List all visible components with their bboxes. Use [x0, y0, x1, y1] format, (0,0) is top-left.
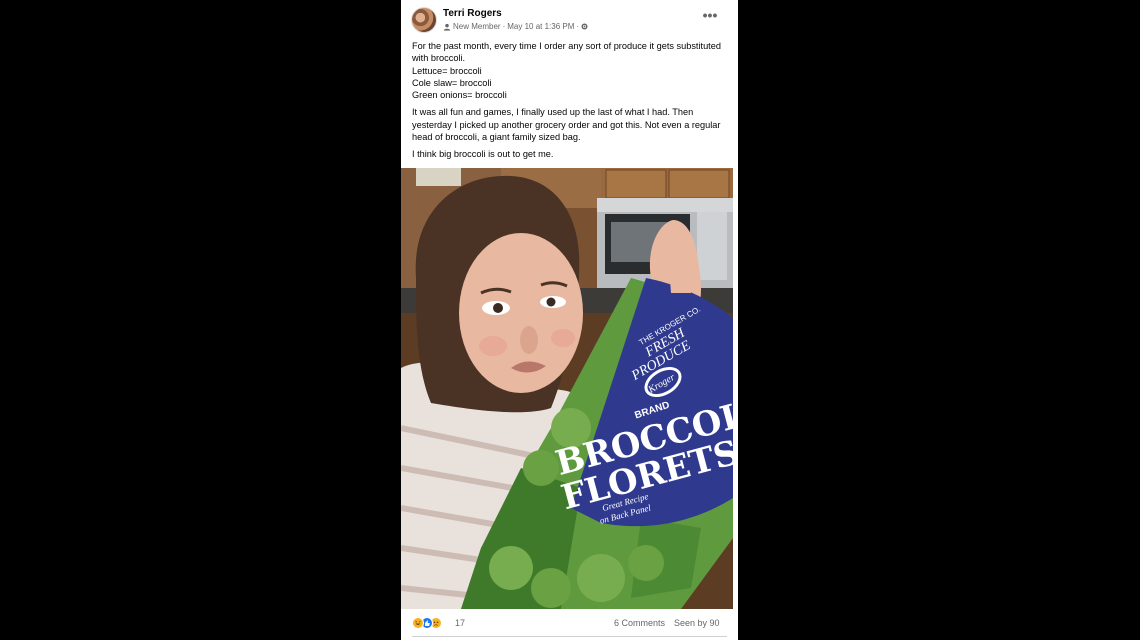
paragraph-1: For the past month, every time I order a… [412, 40, 728, 101]
paragraph-3: I think big broccoli is out to get me. [412, 149, 554, 160]
seen-by[interactable]: Seen by 90 [674, 618, 720, 628]
new-member-icon [443, 23, 451, 31]
photo-illustration: THE KROGER CO. FRESH PRODUCE Kroger BRAN… [401, 168, 733, 609]
body-line: Green onions= broccoli [412, 90, 507, 101]
reactions-summary[interactable] [412, 617, 442, 629]
meta-separator: · [502, 22, 506, 31]
author-name[interactable]: Terri Rogers [443, 8, 502, 19]
paragraph-2: It was all fun and games, I finally used… [412, 107, 721, 143]
post-header: Terri Rogers New Member · May 10 at 1:36… [401, 0, 738, 38]
reaction-count[interactable]: 17 [455, 618, 465, 628]
comments-link[interactable]: 6 Comments [614, 618, 665, 628]
post-body: For the past month, every time I order a… [412, 40, 728, 166]
more-options-icon[interactable]: ••• [701, 8, 719, 24]
post-footer: 17 6 Comments Seen by 90 [401, 611, 738, 637]
body-line: Lettuce= broccoli [412, 65, 482, 76]
haha-icon [412, 617, 424, 629]
body-line: For the past month, every time I order a… [412, 41, 721, 64]
member-badge[interactable]: New Member [453, 22, 501, 31]
post-photo[interactable]: THE KROGER CO. FRESH PRODUCE Kroger BRAN… [401, 168, 733, 609]
footer-divider [412, 636, 727, 637]
body-line: Cole slaw= broccoli [412, 77, 492, 88]
post-card: Terri Rogers New Member · May 10 at 1:36… [401, 0, 738, 640]
meta-separator: · [576, 22, 580, 31]
post-meta: New Member · May 10 at 1:36 PM · [443, 22, 588, 31]
author-avatar[interactable] [411, 7, 437, 33]
post-timestamp[interactable]: May 10 at 1:36 PM [507, 22, 574, 31]
audience-icon[interactable] [581, 23, 588, 30]
